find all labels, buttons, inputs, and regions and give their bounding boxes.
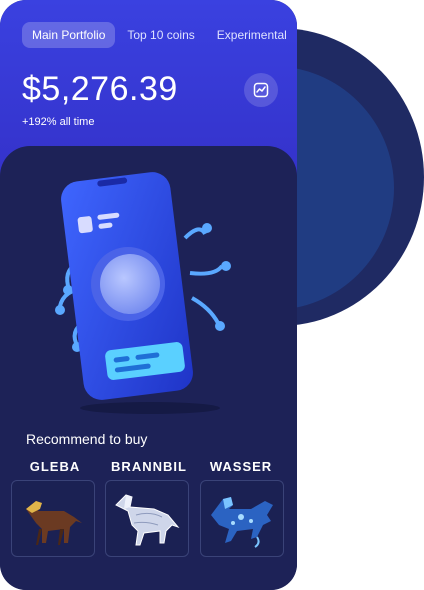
coin-label-gleba: GLEBA bbox=[29, 459, 81, 474]
chart-button[interactable] bbox=[244, 73, 278, 107]
brown-horse-icon bbox=[26, 501, 82, 545]
coin-card-wasser[interactable] bbox=[200, 480, 284, 557]
tab-main-portfolio[interactable]: Main Portfolio bbox=[22, 22, 116, 48]
phone-screen: Main Portfolio Top 10 coins Experimental… bbox=[0, 0, 297, 590]
coin-card-brannbil[interactable] bbox=[105, 480, 189, 557]
coin-card-gleba[interactable] bbox=[11, 480, 95, 557]
blue-water-horse-icon bbox=[211, 497, 273, 548]
phone-chip-illustration bbox=[55, 172, 231, 414]
recommend-title: Recommend to buy bbox=[26, 431, 148, 447]
glass-horse-icon bbox=[115, 494, 180, 546]
tab-top-10-coins[interactable]: Top 10 coins bbox=[117, 22, 204, 48]
portfolio-tabs: Main Portfolio Top 10 coins Experimental bbox=[22, 22, 297, 48]
chart-line-icon bbox=[253, 82, 269, 98]
tab-experimental[interactable]: Experimental bbox=[207, 22, 297, 48]
portfolio-change: +192% all time bbox=[22, 116, 95, 128]
portfolio-balance: $5,276.39 bbox=[22, 70, 178, 108]
coin-label-brannbil: BRANNBIL bbox=[111, 459, 187, 474]
coin-label-wasser: WASSER bbox=[209, 459, 273, 474]
